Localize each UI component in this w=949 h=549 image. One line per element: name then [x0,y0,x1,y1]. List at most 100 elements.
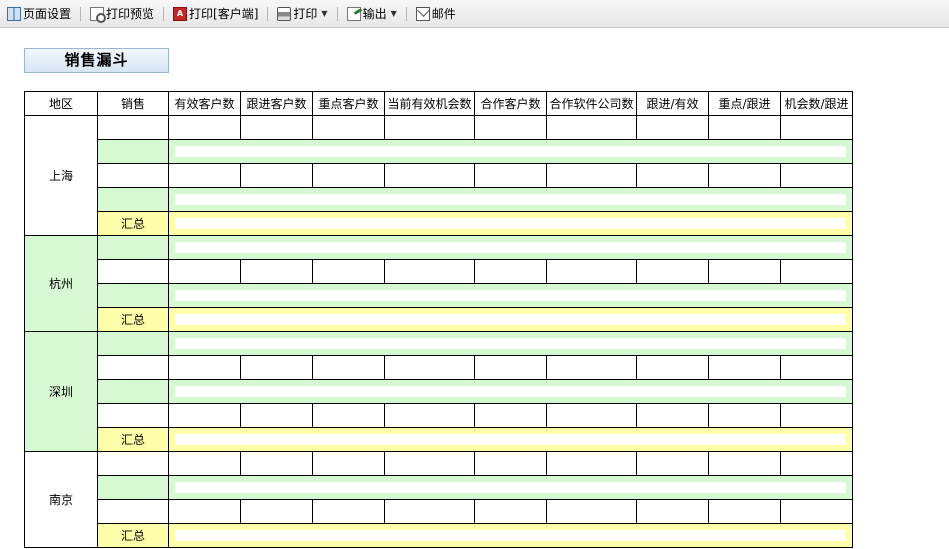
table-row [25,379,853,404]
table-row [25,475,853,500]
page-setup-button[interactable]: 页面设置 [4,3,74,25]
report-title: 销售漏斗 [24,48,169,73]
toolbar-divider [405,6,407,21]
data-cell [636,403,709,428]
export-icon [346,6,361,21]
summary-row: 汇总 [25,307,853,332]
data-cell [636,115,709,140]
data-cell [708,403,781,428]
column-header: 销售 [97,91,169,116]
data-cell [780,355,853,380]
toolbar-divider [267,6,269,21]
data-cell [384,499,475,524]
data-cell [384,403,475,428]
masked-data-cell [168,139,853,164]
data-cell [312,403,385,428]
data-cell [780,115,853,140]
data-cell [384,355,475,380]
data-cell [636,451,709,476]
region-cell: 上海 [24,115,98,236]
toolbar-divider [80,6,82,21]
data-cell [384,451,475,476]
salesperson-cell [97,379,169,404]
masked-data-cell [168,523,853,548]
data-cell [384,259,475,284]
data-cell [474,451,547,476]
table-row: 杭州 [24,235,853,332]
masked-data-cell [168,307,853,332]
data-cell [474,355,547,380]
salesperson-cell [97,355,169,380]
mail-label: 邮件 [431,7,456,21]
print-preview-button[interactable]: 打印预览 [87,3,157,25]
data-cell [240,355,313,380]
data-cell [312,499,385,524]
page-setup-label: 页面设置 [23,7,72,21]
redaction-bar [175,146,846,157]
data-cell [780,499,853,524]
data-cell [708,115,781,140]
column-header: 当前有效机会数 [384,91,475,116]
table-row [25,499,853,524]
table-row [25,283,853,308]
export-button[interactable]: 输出 ▼ [344,3,400,25]
data-cell [708,163,781,188]
table-row [25,139,853,164]
table-header-row: 地区 销售 有效客户数 跟进客户数 重点客户数 当前有效机会数 合作客户数 合作… [24,91,853,116]
print-button[interactable]: 打印 ▼ [274,3,330,25]
table-row [25,259,853,284]
data-cell [240,163,313,188]
data-cell [780,403,853,428]
chevron-down-icon[interactable]: ▼ [321,9,327,18]
table-row [25,187,853,212]
salesperson-cell [97,499,169,524]
mail-icon [415,6,430,21]
export-label: 输出 [362,7,387,21]
masked-data-cell [168,331,853,356]
data-cell [636,355,709,380]
data-cell [708,451,781,476]
masked-data-cell [168,427,853,452]
client-print-label: 打印[客户端] [189,7,259,21]
table-row [25,355,853,380]
client-print-button[interactable]: A 打印[客户端] [170,3,261,25]
salesperson-cell [97,115,169,140]
data-cell [168,259,241,284]
summary-label: 汇总 [97,523,169,548]
data-cell [546,259,637,284]
redaction-bar [175,434,846,445]
chevron-down-icon[interactable]: ▼ [391,9,397,18]
report-toolbar: 页面设置 打印预览 A 打印[客户端] 打印 ▼ 输出 ▼ 邮件 [0,0,949,28]
summary-label: 汇总 [97,307,169,332]
table-body: 上海 汇总 杭州 汇总 深圳 汇总 南京 汇总 [24,115,853,548]
summary-label: 汇总 [97,211,169,236]
print-label: 打印 [293,7,318,21]
column-header: 重点/跟进 [708,91,781,116]
data-cell [708,499,781,524]
table-row: 深圳 [24,331,853,452]
data-cell [636,259,709,284]
table-row: 上海 [24,115,853,236]
redaction-bar [175,530,846,541]
salesperson-cell [97,163,169,188]
page-setup-icon [7,6,21,21]
region-cell: 南京 [24,451,98,548]
salesperson-cell [97,331,169,356]
column-header: 地区 [24,91,98,116]
data-cell [474,499,547,524]
salesperson-cell [97,283,169,308]
redaction-bar [175,290,846,301]
data-cell [168,499,241,524]
column-header: 合作软件公司数 [546,91,637,116]
salesperson-cell [97,139,169,164]
redaction-bar [175,338,846,349]
data-cell [636,499,709,524]
data-cell [546,163,637,188]
region-cell: 深圳 [24,331,98,452]
data-cell [474,115,547,140]
masked-data-cell [168,187,853,212]
summary-row: 汇总 [25,523,853,548]
data-cell [546,451,637,476]
data-cell [168,163,241,188]
mail-button[interactable]: 邮件 [413,3,459,25]
